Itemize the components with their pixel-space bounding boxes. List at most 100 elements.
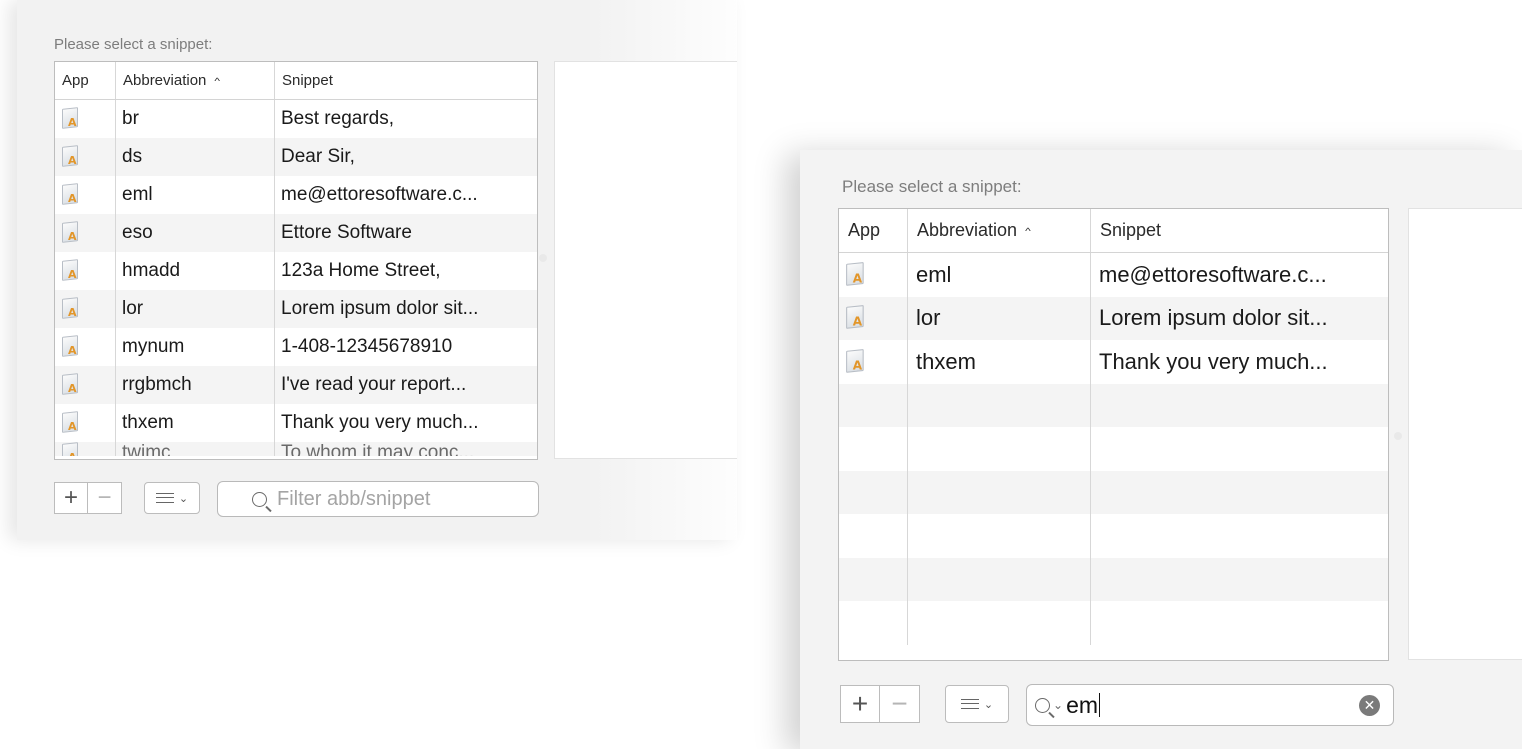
table-row[interactable]: Abr Best regards, <box>55 100 537 138</box>
table-row[interactable]: Aeml me@ettoresoftware.c... <box>55 176 537 214</box>
table-row[interactable] <box>839 514 1388 558</box>
column-header-abbreviation[interactable]: Abbreviation ^ <box>116 62 275 99</box>
table-body: Abr Best regards, Ads Dear Sir, Aeml me@ettor… <box>55 100 537 456</box>
sort-ascending-icon: ^ <box>214 74 221 87</box>
table-row[interactable] <box>839 427 1388 471</box>
chevron-down-icon: ⌄ <box>178 492 189 505</box>
clear-icon[interactable]: ✕ <box>1359 695 1380 716</box>
table-row[interactable]: Athxem Thank you very much... <box>839 340 1388 384</box>
app-cell <box>839 427 908 471</box>
add-snippet-button[interactable]: + <box>840 685 880 723</box>
snippet-cell: Best regards, <box>281 108 394 129</box>
icon-glyph: A <box>68 230 77 243</box>
table-row[interactable]: Ahmadd 123a Home Street, <box>55 252 537 290</box>
add-remove-control: + − <box>840 685 920 723</box>
abbreviation-cell: thxem <box>908 340 1091 384</box>
abbreviation-cell: eso <box>116 214 275 252</box>
select-snippet-prompt: Please select a snippet: <box>842 177 1022 196</box>
icon-glyph: A <box>68 116 77 129</box>
filter-search-field[interactable]: Filter abb/snippet <box>217 481 539 517</box>
app-cell: A <box>839 296 908 340</box>
table-row[interactable]: Ads Dear Sir, <box>55 138 537 176</box>
abbreviation-cell: br <box>116 100 275 138</box>
app-cell: A <box>839 340 908 384</box>
icon-glyph: A <box>68 452 77 456</box>
table-row[interactable] <box>839 557 1388 602</box>
abbreviation-cell: eml <box>908 253 1091 297</box>
remove-snippet-button[interactable]: − <box>880 685 920 723</box>
abbreviation-cell: mynum <box>116 328 275 366</box>
snippet-cell: me@ettoresoftware.c... <box>281 184 478 205</box>
app-cell: A <box>55 100 116 138</box>
snippet-cell: 1-408-12345678910 <box>281 336 453 357</box>
column-header-abbreviation[interactable]: Abbreviation ^ <box>908 209 1091 252</box>
search-icon <box>1035 697 1050 713</box>
table-row[interactable]: Aeso Ettore Software <box>55 214 537 252</box>
snippet-cell: Ettore Software <box>281 222 412 243</box>
table-row[interactable]: Aeml me@ettoresoftware.c... <box>839 253 1388 297</box>
table-row[interactable]: Amynum 1-408-12345678910 <box>55 328 537 366</box>
list-menu-icon <box>960 699 979 709</box>
table-row[interactable]: Arrgbmch I've read your report... <box>55 366 537 404</box>
abbreviation-cell: ds <box>116 138 275 176</box>
icon-glyph: A <box>68 344 77 357</box>
column-header-snippet[interactable]: Snippet <box>275 62 537 99</box>
snippet-cell: Lorem ipsum dolor sit... <box>281 298 479 319</box>
column-header-abbreviation-label: Abbreviation <box>123 72 207 89</box>
abbreviation-cell <box>908 427 1091 471</box>
search-options-chevron-icon[interactable]: ⌄ <box>1053 698 1063 712</box>
add-snippet-button[interactable]: + <box>54 482 88 514</box>
icon-glyph: A <box>68 420 77 433</box>
generic-application-icon: A <box>60 297 82 321</box>
icon-glyph: A <box>852 271 863 286</box>
snippet-cell: Thank you very much... <box>1099 348 1328 374</box>
app-cell <box>839 601 908 645</box>
generic-application-icon: A <box>60 221 82 245</box>
abbreviation-cell: hmadd <box>116 252 275 290</box>
search-input-value[interactable]: em <box>1066 693 1101 717</box>
search-icon <box>252 491 267 507</box>
table-row[interactable] <box>839 383 1388 427</box>
table-row[interactable] <box>839 470 1388 515</box>
generic-application-icon: A <box>844 261 868 288</box>
table-row[interactable]: Athxem Thank you very much... <box>55 404 537 442</box>
table-row[interactable]: Alor Lorem ipsum dolor sit... <box>839 296 1388 340</box>
snippet-panel-unfiltered: Please select a snippet: App Abbreviatio… <box>17 0 737 540</box>
snippet-panel-filtered: Please select a snippet: App Abbreviatio… <box>800 150 1522 749</box>
app-cell: A <box>55 252 116 290</box>
snippet-table: App Abbreviation ^ Snippet Abr Best regar… <box>54 61 538 460</box>
abbreviation-cell <box>908 557 1091 601</box>
icon-glyph: A <box>68 306 77 319</box>
resize-handle[interactable] <box>1394 432 1402 440</box>
table-row[interactable]: Atwimc To whom it may conc... <box>55 442 537 456</box>
column-header-snippet[interactable]: Snippet <box>1091 209 1388 252</box>
table-row[interactable] <box>839 601 1388 645</box>
column-header-app[interactable]: App <box>839 209 908 252</box>
resize-handle[interactable] <box>539 254 547 262</box>
action-menu-button[interactable]: ⌄ <box>945 685 1009 723</box>
snippet-table: App Abbreviation ^ Snippet Aeml me@ettore… <box>838 208 1389 661</box>
app-cell: A <box>55 404 116 442</box>
table-row[interactable]: Alor Lorem ipsum dolor sit... <box>55 290 537 328</box>
abbreviation-cell: rrgbmch <box>116 366 275 404</box>
snippet-cell <box>1091 471 1388 515</box>
app-cell <box>839 557 908 601</box>
abbreviation-cell: lor <box>908 296 1091 340</box>
chevron-down-icon: ⌄ <box>983 698 994 711</box>
action-menu-button[interactable]: ⌄ <box>144 482 200 514</box>
app-cell: A <box>55 290 116 328</box>
abbreviation-cell: twimc <box>116 442 275 456</box>
column-header-app[interactable]: App <box>55 62 116 99</box>
snippet-cell <box>1091 558 1388 602</box>
app-cell: A <box>55 442 116 456</box>
filter-search-field[interactable]: ⌄ em ✕ <box>1026 684 1394 726</box>
abbreviation-cell <box>908 514 1091 558</box>
snippet-cell: me@ettoresoftware.c... <box>1099 261 1327 287</box>
table-body: Aeml me@ettoresoftware.c... Alor Lorem ipsu… <box>839 253 1388 645</box>
app-cell: A <box>55 366 116 404</box>
abbreviation-cell <box>908 470 1091 514</box>
remove-snippet-button[interactable]: − <box>88 482 122 514</box>
icon-glyph: A <box>68 154 77 167</box>
abbreviation-cell: thxem <box>116 404 275 442</box>
snippet-cell: Thank you very much... <box>281 412 479 433</box>
